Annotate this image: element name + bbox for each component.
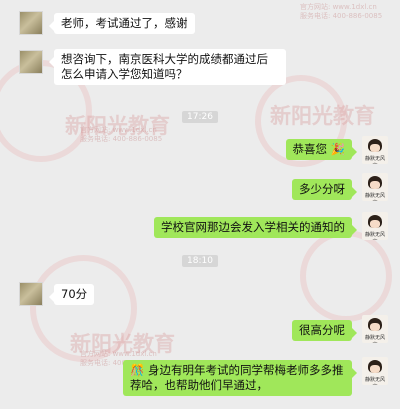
teacher-avatar[interactable]: 静默无风言	[362, 357, 388, 385]
message-bubble-right[interactable]: 很高分呢	[292, 320, 357, 341]
student-avatar[interactable]	[19, 50, 43, 74]
message-text: 恭喜您	[292, 142, 328, 156]
watermark-site: 官方网站: www.1dxl.cn	[300, 3, 377, 11]
avatar-signature: 静默无风言	[364, 156, 385, 164]
avatar-face	[370, 220, 380, 228]
avatar-signature: 静默无风言	[364, 232, 385, 240]
teacher-avatar[interactable]: 静默无风言	[362, 315, 388, 343]
party-popper-icon: 🎊	[130, 363, 145, 377]
teacher-avatar[interactable]: 静默无风言	[362, 212, 388, 240]
teacher-avatar[interactable]: 静默无风言	[362, 136, 388, 164]
message-bubble-left[interactable]: 老师，考试通过了，感谢	[49, 13, 195, 34]
avatar-face	[370, 181, 380, 189]
avatar-face	[370, 144, 380, 152]
student-avatar[interactable]	[19, 11, 43, 35]
watermark-brand: 新阳光教育	[270, 104, 375, 128]
message-bubble-right[interactable]: 学校官网那边会发入学相关的通知的	[154, 217, 357, 238]
celebration-icon: 🎉	[330, 142, 345, 156]
message-bubble-right[interactable]: 多少分呀	[292, 179, 357, 200]
teacher-avatar[interactable]: 静默无风言	[362, 173, 388, 201]
watermark-phone: 服务电话: 400-886-0085	[300, 12, 383, 20]
message-text: 身边有明年考试的同学帮梅老师多多推荐哈，也帮助他们早通过，	[130, 363, 344, 392]
avatar-signature: 静默无风言	[364, 335, 385, 343]
avatar-face	[370, 365, 380, 373]
avatar-signature: 静默无风言	[364, 377, 385, 385]
watermark-brand: 新阳光教育	[65, 114, 170, 138]
watermark-site: 官方网站: www.1dxl.cn	[80, 350, 157, 358]
message-bubble-right[interactable]: 🎊 身边有明年考试的同学帮梅老师多多推荐哈，也帮助他们早通过，	[123, 360, 357, 396]
message-bubble-right[interactable]: 恭喜您 🎉	[285, 139, 358, 160]
timestamp: 17:26	[182, 111, 218, 123]
student-avatar[interactable]	[19, 282, 43, 306]
avatar-signature: 静默无风言	[364, 193, 385, 201]
avatar-face	[370, 323, 380, 331]
watermark-circle	[300, 230, 392, 322]
timestamp: 18:10	[182, 255, 218, 267]
message-bubble-left[interactable]: 70分	[48, 284, 95, 305]
message-bubble-left[interactable]: 想咨询下，南京医科大学的成绩都通过后怎么申请入学您知道吗？	[49, 49, 286, 85]
